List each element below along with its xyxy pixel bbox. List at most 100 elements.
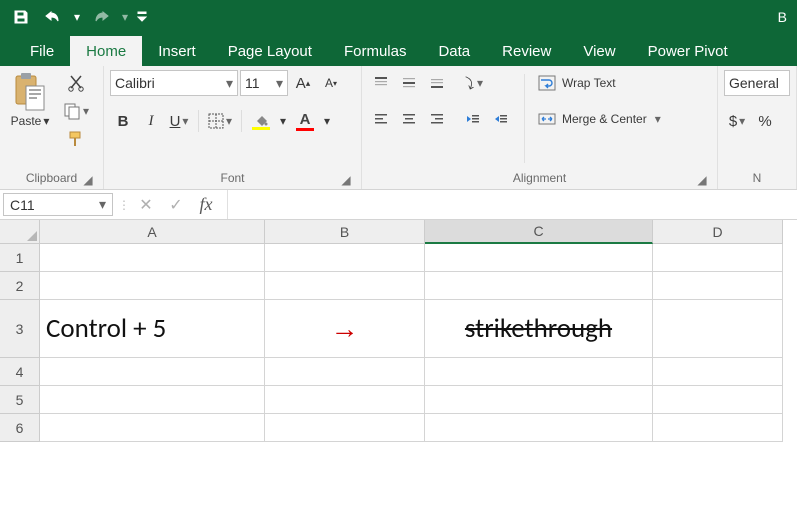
increase-indent[interactable] — [488, 106, 514, 132]
font-color-dropdown[interactable]: ▾ — [320, 108, 334, 134]
col-header-B[interactable]: B — [265, 220, 425, 244]
cell-B3[interactable]: → — [265, 300, 425, 358]
cell-C1[interactable] — [425, 244, 653, 272]
cell-C3[interactable]: strikethrough — [425, 300, 653, 358]
tab-data[interactable]: Data — [422, 36, 486, 66]
col-header-C[interactable]: C — [425, 220, 653, 244]
group-font: Calibri▾ 11▾ A▴ A▾ B I U▾ ▾ — [104, 66, 362, 189]
cells: Control + 5 → strikethrough — [40, 244, 797, 442]
cell-D3[interactable] — [653, 300, 783, 358]
save-button[interactable] — [6, 2, 36, 32]
row-header-1[interactable]: 1 — [0, 244, 40, 272]
cut-button[interactable] — [60, 70, 92, 96]
cell-D5[interactable] — [653, 386, 783, 414]
font-dialog-launcher[interactable]: ◢ — [339, 173, 353, 187]
align-left[interactable] — [368, 106, 394, 132]
row-header-2[interactable]: 2 — [0, 272, 40, 300]
cell-D6[interactable] — [653, 414, 783, 442]
tab-power-pivot[interactable]: Power Pivot — [632, 36, 744, 66]
underline-button[interactable]: U▾ — [166, 108, 192, 134]
clipboard-dialog-launcher[interactable]: ◢ — [81, 173, 95, 187]
alignment-group-label: Alignment — [513, 171, 566, 185]
cell-B4[interactable] — [265, 358, 425, 386]
cell-B1[interactable] — [265, 244, 425, 272]
borders-button[interactable]: ▾ — [205, 108, 235, 134]
number-group-label: N — [753, 171, 762, 185]
wrap-text-label: Wrap Text — [562, 76, 616, 90]
tab-file[interactable]: File — [14, 36, 70, 66]
cell-D4[interactable] — [653, 358, 783, 386]
decrease-font-size[interactable]: A▾ — [318, 70, 344, 96]
qat-customize[interactable] — [134, 2, 150, 32]
cell-B2[interactable] — [265, 272, 425, 300]
orientation-button[interactable]: ⤵▾ — [460, 70, 486, 96]
percent-format[interactable]: % — [752, 108, 778, 134]
redo-dropdown[interactable]: ▾ — [118, 2, 132, 32]
merge-center-button[interactable]: Merge & Center▾ — [535, 106, 707, 132]
cell-D2[interactable] — [653, 272, 783, 300]
undo-dropdown[interactable]: ▾ — [70, 2, 84, 32]
row-header-3[interactable]: 3 — [0, 300, 40, 358]
font-size-combo[interactable]: 11▾ — [240, 70, 288, 96]
cell-A6[interactable] — [40, 414, 265, 442]
cancel-formula-button[interactable]: ✕ — [131, 190, 161, 220]
row-header-5[interactable]: 5 — [0, 386, 40, 414]
cell-B5[interactable] — [265, 386, 425, 414]
cell-C5[interactable] — [425, 386, 653, 414]
cell-A2[interactable] — [40, 272, 265, 300]
merge-center-label: Merge & Center — [562, 112, 647, 126]
tab-formulas[interactable]: Formulas — [328, 36, 423, 66]
font-color-button[interactable]: A — [292, 108, 318, 134]
decrease-indent[interactable] — [460, 106, 486, 132]
copy-button[interactable]: ▾ — [60, 98, 92, 124]
align-center[interactable] — [396, 106, 422, 132]
number-format-combo[interactable]: General — [724, 70, 790, 96]
col-header-A[interactable]: A — [40, 220, 265, 244]
wrap-text-button[interactable]: Wrap Text — [535, 70, 695, 96]
tab-view[interactable]: View — [567, 36, 631, 66]
paste-label[interactable]: Paste▾ — [11, 114, 50, 128]
cell-C4[interactable] — [425, 358, 653, 386]
tab-review[interactable]: Review — [486, 36, 567, 66]
font-group-label: Font — [220, 171, 244, 185]
col-header-D[interactable]: D — [653, 220, 783, 244]
number-format-value: General — [729, 75, 779, 91]
cell-A1[interactable] — [40, 244, 265, 272]
tab-page-layout[interactable]: Page Layout — [212, 36, 328, 66]
tab-insert[interactable]: Insert — [142, 36, 212, 66]
insert-function-button[interactable]: fx — [191, 190, 221, 220]
cell-B6[interactable] — [265, 414, 425, 442]
cell-D1[interactable] — [653, 244, 783, 272]
row-header-4[interactable]: 4 — [0, 358, 40, 386]
format-painter-button[interactable] — [60, 126, 92, 152]
align-middle[interactable] — [396, 70, 422, 96]
increase-font-size[interactable]: A▴ — [290, 70, 316, 96]
cell-A4[interactable] — [40, 358, 265, 386]
enter-formula-button[interactable]: ✓ — [161, 190, 191, 220]
fill-color-swatch — [252, 127, 270, 130]
row-header-6[interactable]: 6 — [0, 414, 40, 442]
redo-button[interactable] — [86, 2, 116, 32]
tab-home[interactable]: Home — [70, 36, 142, 66]
italic-button[interactable]: I — [138, 108, 164, 134]
name-box[interactable]: C11▾ — [3, 193, 113, 216]
bold-button[interactable]: B — [110, 108, 136, 134]
title-bar: ▾ ▾ B — [0, 0, 797, 34]
align-top[interactable] — [368, 70, 394, 96]
alignment-dialog-launcher[interactable]: ◢ — [695, 173, 709, 187]
cell-A5[interactable] — [40, 386, 265, 414]
select-all-corner[interactable] — [0, 220, 40, 244]
cell-A3[interactable]: Control + 5 — [40, 300, 265, 358]
formula-input[interactable] — [228, 190, 797, 219]
paste-button[interactable] — [12, 72, 48, 112]
align-right[interactable] — [424, 106, 450, 132]
undo-button[interactable] — [38, 2, 68, 32]
accounting-format[interactable]: $▾ — [724, 108, 750, 134]
cell-C2[interactable] — [425, 272, 653, 300]
fill-color-button[interactable] — [248, 108, 274, 134]
font-family-combo[interactable]: Calibri▾ — [110, 70, 238, 96]
fill-color-dropdown[interactable]: ▾ — [276, 108, 290, 134]
cell-C6[interactable] — [425, 414, 653, 442]
font-family-value: Calibri — [115, 75, 155, 91]
align-bottom[interactable] — [424, 70, 450, 96]
